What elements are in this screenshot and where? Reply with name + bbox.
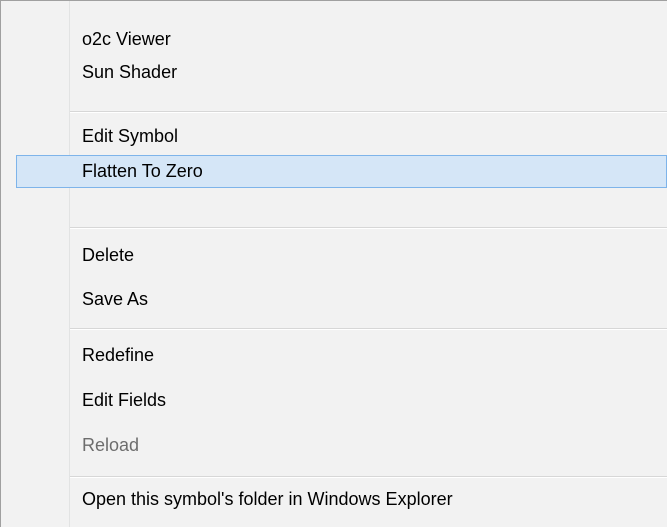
menu-item-label: o2c Viewer	[82, 29, 171, 49]
menu-item-flatten-to-zero[interactable]: Flatten To Zero	[16, 155, 667, 188]
menu-item-save-as[interactable]: Save As	[1, 283, 667, 316]
menu-item-reload: Reload	[1, 429, 667, 462]
menu-item-label: Edit Symbol	[82, 126, 179, 146]
menu-item-label: Edit Fields	[82, 390, 167, 410]
context-menu: o2c Viewer Sun Shader Edit Symbol Flatte…	[0, 0, 667, 527]
menu-item-label: Flatten To Zero	[82, 161, 203, 181]
menu-item-label: Save As	[82, 289, 149, 309]
menu-item-open-symbol-folder[interactable]: Open this symbol's folder in Windows Exp…	[1, 483, 667, 516]
menu-separator	[70, 227, 667, 229]
menu-item-edit-symbol[interactable]: Edit Symbol	[1, 120, 667, 153]
menu-item-label: Redefine	[82, 345, 155, 365]
menu-item-label: Delete	[82, 245, 135, 265]
menu-separator	[70, 328, 667, 330]
menu-item-label: Open this symbol's folder in Windows Exp…	[82, 489, 453, 509]
menu-item-edit-fields[interactable]: Edit Fields	[1, 384, 667, 417]
menu-item-label: Sun Shader	[82, 62, 178, 82]
menu-item-sun-shader[interactable]: Sun Shader	[1, 56, 667, 89]
menu-item-o2c-viewer[interactable]: o2c Viewer	[1, 23, 667, 56]
menu-separator	[70, 111, 667, 113]
menu-item-label: Reload	[82, 435, 140, 455]
menu-item-delete[interactable]: Delete	[1, 239, 667, 272]
menu-item-redefine[interactable]: Redefine	[1, 339, 667, 372]
menu-separator	[70, 476, 667, 478]
